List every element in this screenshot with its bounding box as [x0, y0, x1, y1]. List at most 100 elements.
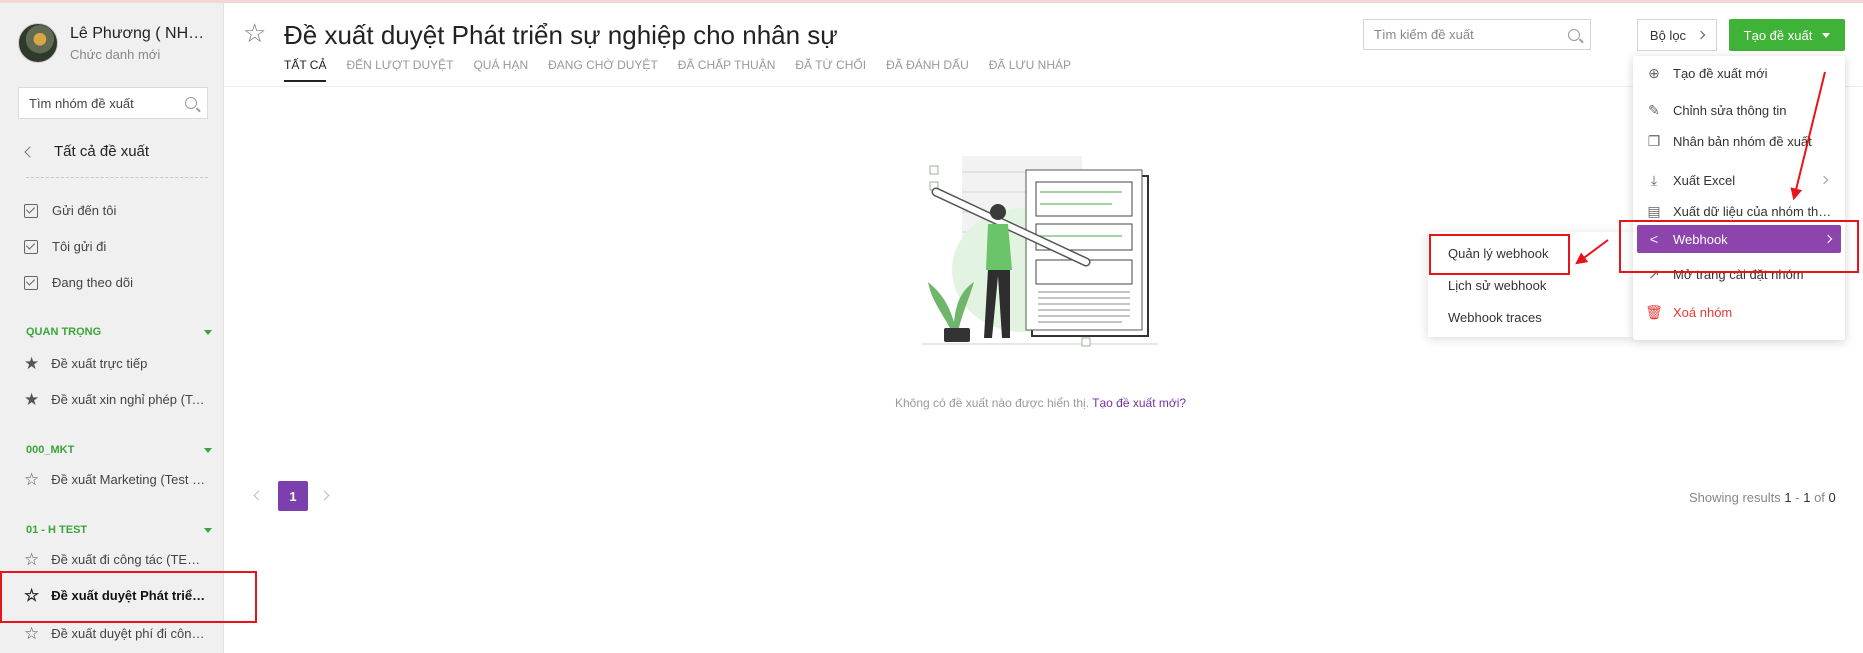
tab-overdue[interactable]: QUÁ HẠN	[473, 58, 528, 82]
menu-item-label: Xuất dữ liệu của nhóm theo mẫu	[1673, 203, 1837, 219]
sidebar-item-direct-proposal[interactable]: ★ Đề xuất trực tiếp	[24, 355, 206, 372]
star-outline-icon[interactable]: ☆	[24, 551, 39, 568]
empty-text: Không có đề xuất nào được hiển thị.	[895, 396, 1090, 410]
sidebar-item-business-trip[interactable]: ☆ Đề xuất đi công tác (TEST)	[24, 551, 206, 568]
back-label: Tất cả đề xuất	[54, 143, 150, 160]
star-outline-icon[interactable]: ☆	[24, 625, 39, 642]
group-header-important[interactable]: QUAN TRỌNG	[26, 326, 212, 338]
search-icon	[1568, 28, 1580, 41]
menu-item-label: Chỉnh sửa thông tin	[1673, 102, 1787, 118]
results-from: 1	[1784, 490, 1792, 505]
filter-label: Đang theo dõi	[52, 275, 133, 290]
collapse-triangle-icon[interactable]	[204, 447, 212, 453]
page-title: Đề xuất duyệt Phát triển sự nghiệp cho n…	[284, 20, 838, 50]
pagination-next-icon[interactable]	[319, 490, 330, 501]
create-proposal-button[interactable]: Tạo đề xuất	[1729, 19, 1845, 51]
user-profile[interactable]: Lê Phương ( NHÂN SỰ ) Chức danh mới	[18, 23, 210, 63]
create-new-proposal-link[interactable]: Tạo đề xuất mới?	[1092, 396, 1186, 410]
tab-all[interactable]: TẤT CẢ	[284, 58, 327, 82]
annotation-box-active-group	[0, 571, 257, 623]
header-divider	[224, 86, 1863, 87]
menu-item-label: Nhân bản nhóm đề xuất	[1673, 133, 1812, 149]
group-title: 000_MKT	[26, 444, 75, 456]
pagination-page[interactable]: 1	[278, 481, 308, 511]
pagination-prev-icon[interactable]	[253, 490, 264, 501]
user-role: Chức danh mới	[70, 46, 161, 62]
menu-item-edit-info[interactable]: ✎ Chỉnh sửa thông tin	[1645, 97, 1837, 123]
collapse-triangle-icon[interactable]	[204, 527, 212, 533]
proposal-search-input[interactable]: Tìm kiếm đề xuất	[1363, 19, 1591, 50]
filter-following[interactable]: Đang theo dõi	[24, 275, 133, 290]
create-button-label: Tạo đề xuất	[1743, 27, 1813, 43]
top-border	[0, 0, 1863, 3]
sidebar-item-label: Đề xuất duyệt phí đi công tác	[51, 626, 207, 641]
star-filled-icon[interactable]: ★	[24, 391, 39, 408]
sidebar: Lê Phương ( NHÂN SỰ ) Chức danh mới Tìm …	[0, 3, 224, 653]
menu-item-label: Xoá nhóm	[1673, 304, 1733, 320]
sidebar-item-label: Đề xuất trực tiếp	[51, 356, 148, 371]
group-header-mkt[interactable]: 000_MKT	[26, 444, 212, 456]
results-summary: Showing results 1 - 1 of 0	[1689, 490, 1836, 505]
results-to: 1	[1803, 490, 1811, 505]
results-of: of	[1814, 490, 1825, 505]
empty-state-message: Không có đề xuất nào được hiển thị. Tạo …	[895, 396, 1186, 410]
download-icon: ⤓	[1650, 171, 1658, 188]
caret-down-icon	[1822, 32, 1831, 38]
copy-icon: ❐	[1647, 132, 1661, 149]
filter-label: Gửi đến tôi	[52, 203, 117, 218]
search-placeholder: Tìm kiếm đề xuất	[1374, 27, 1474, 42]
submenu-webhook-traces[interactable]: Webhook traces	[1448, 310, 1542, 325]
back-to-all-proposals[interactable]: Tất cả đề xuất	[24, 143, 150, 160]
sidebar-item-label: Đề xuất xin nghỉ phép (Test)	[51, 392, 207, 407]
avatar[interactable]	[18, 23, 58, 63]
sidebar-item-label: Đề xuất đi công tác (TEST)	[51, 552, 207, 567]
star-outline-icon[interactable]: ☆	[24, 471, 39, 488]
group-search-placeholder: Tìm nhóm đề xuất	[29, 95, 134, 111]
collapse-triangle-icon[interactable]	[204, 329, 212, 335]
menu-item-duplicate-group[interactable]: ❐ Nhân bản nhóm đề xuất	[1645, 128, 1837, 154]
tab-approved[interactable]: ĐÃ CHẤP THUẬN	[678, 58, 776, 82]
tab-flagged[interactable]: ĐÃ ĐÁNH DẤU	[886, 58, 969, 82]
user-name: Lê Phương ( NHÂN SỰ )	[70, 24, 210, 42]
menu-item-delete-group[interactable]: 🗑 Xoá nhóm	[1645, 299, 1837, 325]
sidebar-item-label: Đề xuất Marketing (Test chi phí)	[51, 472, 206, 487]
results-prefix: Showing results	[1689, 490, 1781, 505]
filter-button-label: Bộ lọc	[1649, 27, 1687, 43]
filter-button[interactable]: Bộ lọc	[1637, 19, 1717, 51]
trash-icon: 🗑	[1645, 303, 1663, 320]
document-icon: ▤	[1647, 202, 1661, 219]
group-header-h-test[interactable]: 01 - H TEST	[26, 524, 212, 536]
menu-item-create-new[interactable]: ⊕ Tạo đề xuất mới	[1645, 60, 1837, 86]
submenu-webhook-history[interactable]: Lịch sử webhook	[1448, 278, 1546, 293]
chevron-right-icon	[1696, 30, 1706, 40]
status-tabs: TẤT CẢ ĐẾN LƯỢT DUYỆT QUÁ HẠN ĐANG CHỜ D…	[284, 58, 1091, 82]
tab-drafts[interactable]: ĐÃ LƯU NHÁP	[989, 58, 1071, 82]
filter-sent-by-me[interactable]: Tôi gửi đi	[24, 239, 106, 254]
search-icon	[185, 97, 197, 109]
checkbox-icon	[24, 239, 38, 254]
group-title: QUAN TRỌNG	[26, 326, 102, 338]
menu-item-export-excel[interactable]: ⤓ Xuất Excel	[1645, 167, 1837, 193]
filter-sent-to-me[interactable]: Gửi đến tôi	[24, 203, 116, 218]
menu-item-label: Xuất Excel	[1673, 172, 1736, 188]
divider	[26, 177, 208, 178]
favorite-star-icon[interactable]: ☆	[243, 20, 266, 46]
tab-my-turn[interactable]: ĐẾN LƯỢT DUYỆT	[346, 58, 453, 82]
chevron-right-icon	[1819, 175, 1829, 185]
create-dropdown-menu: ⊕ Tạo đề xuất mới ✎ Chỉnh sửa thông tin …	[1633, 56, 1845, 340]
group-search-input[interactable]: Tìm nhóm đề xuất	[18, 87, 208, 119]
filter-label: Tôi gửi đi	[52, 239, 107, 254]
empty-state-illustration	[922, 156, 1158, 347]
plus-circle-icon: ⊕	[1648, 64, 1660, 81]
sidebar-item-leave-request[interactable]: ★ Đề xuất xin nghỉ phép (Test)	[24, 391, 206, 408]
annotation-box-manage-webhook	[1429, 234, 1570, 275]
results-total: 0	[1828, 490, 1836, 505]
chevron-left-icon	[24, 145, 36, 158]
annotation-box-webhook	[1619, 220, 1859, 273]
tab-rejected[interactable]: ĐÃ TỪ CHỐI	[795, 58, 866, 82]
star-filled-icon[interactable]: ★	[24, 355, 39, 372]
group-title: 01 - H TEST	[26, 524, 88, 536]
tab-pending[interactable]: ĐANG CHỜ DUYỆT	[548, 58, 658, 82]
sidebar-item-marketing[interactable]: ☆ Đề xuất Marketing (Test chi phí)	[24, 471, 206, 488]
sidebar-item-trip-expense[interactable]: ☆ Đề xuất duyệt phí đi công tác	[24, 625, 206, 642]
